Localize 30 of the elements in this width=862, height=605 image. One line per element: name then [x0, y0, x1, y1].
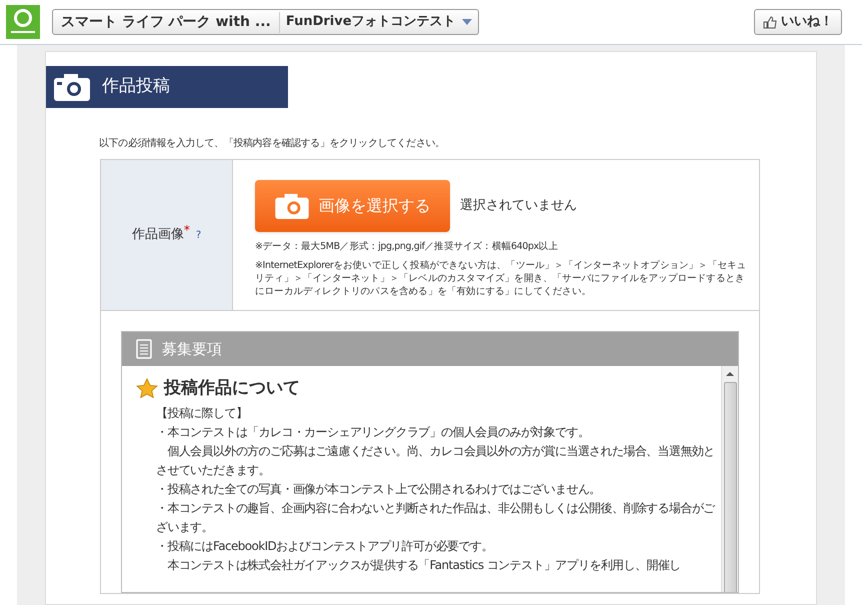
- camera-icon: [54, 73, 90, 101]
- document-icon: [136, 339, 152, 359]
- guideline-text: 個人会員以外の方のご応募はご遠慮ください。尚、カレコ会員以外の方が賞に当選された場合、当選無効とさせていただきます。: [156, 442, 716, 478]
- camera-icon: [274, 193, 308, 219]
- thumbs-up-icon: [763, 16, 777, 28]
- note-text: ※InternetExplorerをお使いで正しく投稿ができない方は、「ツール」＞「インターネットオプション」＞「セキュリティ」＞「インターネット」＞「レベルのカスタマイズ」を開き、「サーバにファイルをアップロードするときにローカルディレクトリのパスを含める」を「有効にする」にしてください。: [255, 259, 748, 298]
- guidelines-title: 募集要項: [162, 338, 222, 360]
- section-title: 作品投稿: [102, 75, 170, 98]
- guideline-text: ・本コンテストの趣旨、企画内容に合わないと判断された作品は、非公開もしくは公開後、削除する場合がございます。: [156, 500, 716, 536]
- instruction-text: 以下の必須情報を入力して、「投稿内容を確認する」をクリックしてください。: [99, 136, 446, 151]
- help-link[interactable]: ?: [196, 228, 202, 242]
- guideline-text: 本コンテストは株式会社ガイアックスが提供する「Fantastics コンテスト」アプリを利用し、開催し: [166, 556, 682, 574]
- required-mark: *: [184, 224, 190, 236]
- guideline-text: ・投稿された全ての写真・画像が本コンテスト上で公開されるわけではございません。: [156, 480, 602, 498]
- note-text: ※データ：最大5MB／形式：jpg,png,gif／推奨サイズ：横幅640px以上: [255, 240, 559, 253]
- page-dropdown[interactable]: FunDriveフォトコンテスト: [280, 12, 478, 32]
- caret-icon: [462, 19, 472, 25]
- like-button[interactable]: いいね！: [754, 9, 842, 35]
- breadcrumb-link[interactable]: スマート ライフ パーク with ...: [53, 12, 280, 32]
- scrollbar[interactable]: [721, 366, 738, 592]
- star-icon: [136, 378, 158, 400]
- guideline-text: ・投稿にはFacebookIDおよびコンテストアプリ許可が必要です。: [156, 538, 494, 554]
- guideline-text: ・本コンテストは「カレコ・カーシェアリングクラブ」の個人会員のみが対象です。: [156, 424, 590, 440]
- guideline-text: 【投稿に際して】: [156, 404, 248, 422]
- logo-icon: [6, 5, 40, 39]
- scroll-up-icon[interactable]: [726, 372, 734, 376]
- scroll-thumb[interactable]: [724, 382, 736, 592]
- file-status: 選択されていません: [460, 197, 577, 216]
- guidelines-heading: 投稿作品について: [164, 377, 300, 400]
- field-label: 作品画像: [132, 226, 184, 244]
